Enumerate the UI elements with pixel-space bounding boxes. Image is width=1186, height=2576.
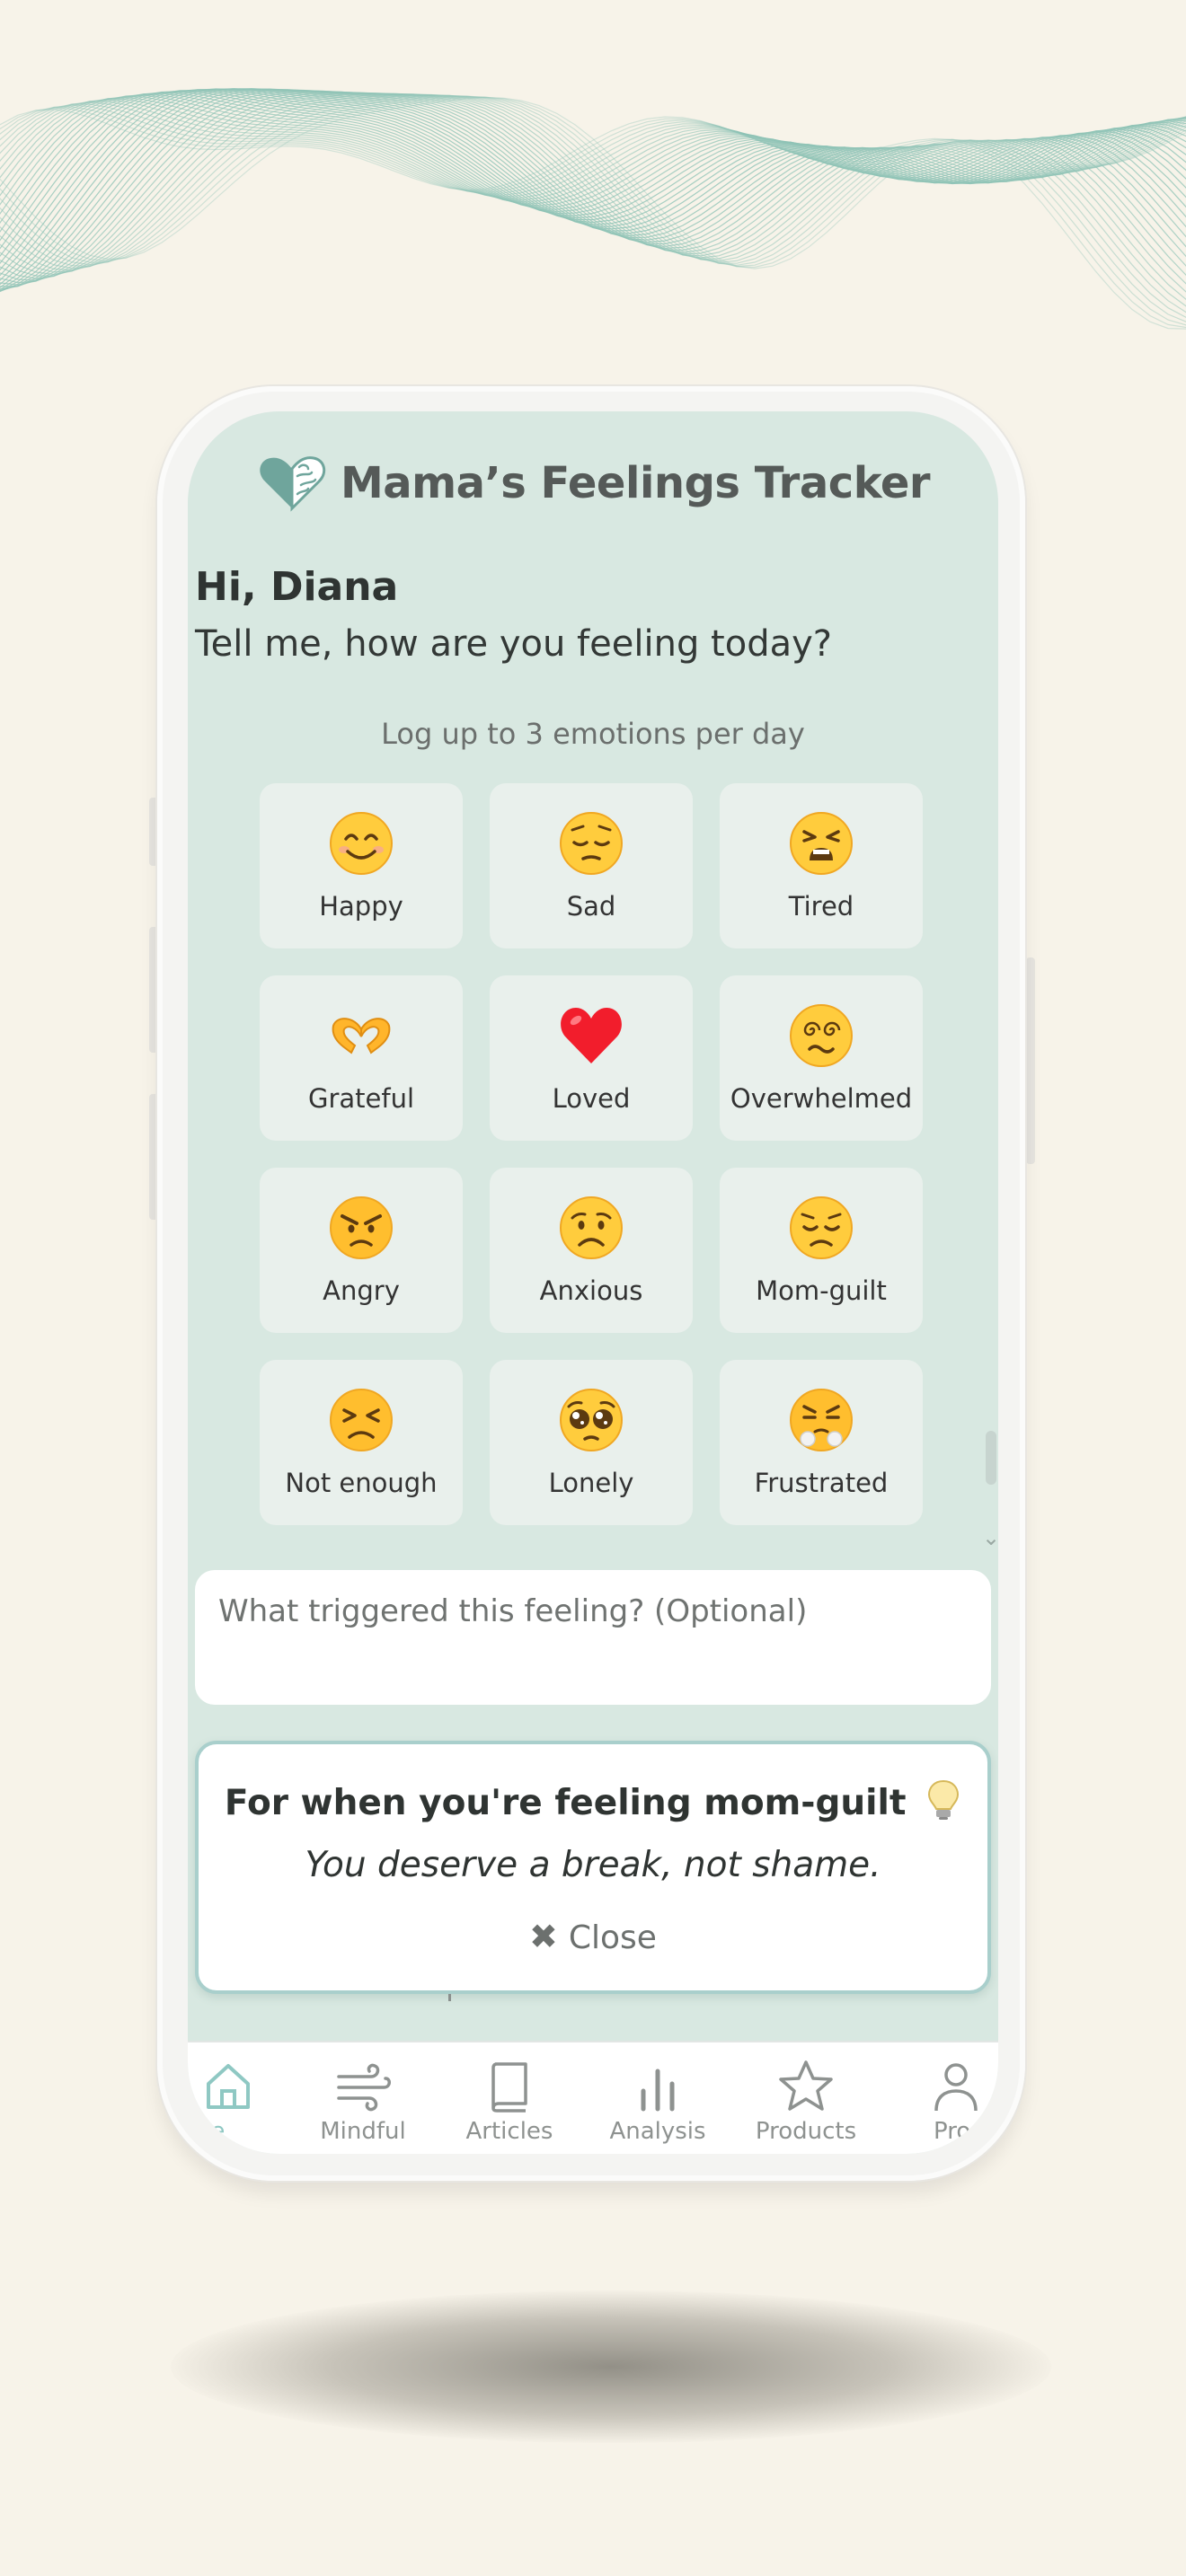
wave-line <box>0 94 1186 267</box>
tab-profile[interactable]: Pro <box>889 2042 998 2154</box>
emotion-label: Angry <box>323 1275 400 1306</box>
trigger-input[interactable] <box>195 1570 991 1705</box>
bottom-tab-bar: me Mindful Articles Analysis Products Pr… <box>188 2041 998 2154</box>
emotion-tile-happy[interactable]: Happy <box>260 783 463 948</box>
tip-message: You deserve a break, not shame. <box>305 1845 881 1885</box>
tab-products[interactable]: Products <box>739 2042 873 2154</box>
emotion-label: Sad <box>566 891 616 922</box>
emotion-tile-anxious[interactable]: Anxious <box>490 1168 693 1333</box>
wave-line <box>0 93 1186 273</box>
angry-face-icon <box>330 1196 393 1259</box>
person-icon <box>934 2063 978 2112</box>
disappointed-face-icon <box>790 1196 853 1259</box>
wave-line <box>0 99 1186 300</box>
tip-title: For when you're feeling mom-guilt <box>224 1783 907 1823</box>
emotion-tile-sad[interactable]: Sad <box>490 783 693 948</box>
emotion-label: Anxious <box>539 1275 643 1306</box>
close-icon: ✖ <box>529 1917 558 1956</box>
persevering-face-icon <box>330 1389 393 1451</box>
emotion-tile-loved[interactable]: Loved <box>490 975 693 1141</box>
mom-guilt-tip-card: For when you're feeling mom-guilt You de… <box>195 1741 991 1994</box>
emotion-label: Overwhelmed <box>730 1083 913 1114</box>
wave-line <box>0 97 1186 269</box>
emotion-label: Loved <box>552 1083 631 1114</box>
tab-articles[interactable]: Articles <box>442 2042 577 2154</box>
emotion-grid: Happy Sad Tired Grateful Loved Overwhelm… <box>260 783 925 1525</box>
app-header: Mama’s Feelings Tracker <box>188 447 998 519</box>
close-label: Close <box>568 1919 657 1956</box>
greeting-name: Hi, Diana <box>195 564 399 610</box>
wave-line <box>0 89 1186 271</box>
spiral-eyes-face-icon <box>790 1004 853 1067</box>
emotion-label: Tired <box>788 891 854 922</box>
emotion-tile-not-enough[interactable]: Not enough <box>260 1360 463 1525</box>
emotion-tile-angry[interactable]: Angry <box>260 1168 463 1333</box>
greeting-prompt: Tell me, how are you feeling today? <box>195 623 833 665</box>
emotion-label: Happy <box>319 891 403 922</box>
emotion-tile-frustrated[interactable]: Frustrated <box>720 1360 923 1525</box>
tab-label: Products <box>755 2118 857 2145</box>
tab-label: Articles <box>465 2118 553 2145</box>
tab-mindful[interactable]: Mindful <box>296 2042 430 2154</box>
wind-icon <box>337 2063 391 2112</box>
smiling-face-icon <box>330 812 393 875</box>
emotion-label: Frustrated <box>754 1468 889 1498</box>
pleading-face-icon <box>560 1389 623 1451</box>
emotion-tile-overwhelmed[interactable]: Overwhelmed <box>720 975 923 1141</box>
phone-shadow <box>171 2290 1051 2443</box>
tip-close-button[interactable]: ✖ Close <box>199 1917 987 1956</box>
star-icon <box>779 2060 833 2111</box>
tab-label: me <box>188 2118 226 2145</box>
steam-nose-face-icon <box>790 1389 853 1451</box>
worried-face-icon <box>560 1196 623 1259</box>
wave-line <box>0 93 1186 277</box>
light-bulb-icon <box>928 1779 960 1820</box>
emotion-limit-note: Log up to 3 emotions per day <box>381 717 805 751</box>
app-title: Mama’s Feelings Tracker <box>340 458 931 508</box>
app-screen: Mama’s Feelings Tracker Hi, Diana Tell m… <box>188 411 998 2154</box>
scrollbar-thumb[interactable] <box>986 1431 996 1485</box>
tip-title-row: For when you're feeling mom-guilt <box>199 1778 987 1823</box>
decorative-wave-lines <box>0 88 1186 330</box>
emotion-label: Grateful <box>307 1083 415 1114</box>
heart-brain-logo-icon <box>260 456 326 512</box>
red-heart-icon <box>561 1008 622 1063</box>
tired-face-icon <box>790 812 853 875</box>
emotion-tile-tired[interactable]: Tired <box>720 783 923 948</box>
emotion-tile-mom-guilt[interactable]: Mom-guilt <box>720 1168 923 1333</box>
emotion-label: Not enough <box>285 1468 438 1498</box>
tab-label: Analysis <box>609 2118 706 2145</box>
phone-power-button <box>1026 957 1035 1164</box>
tab-label: Pro <box>934 2118 971 2145</box>
emotion-label: Mom-guilt <box>756 1275 887 1306</box>
pensive-face-icon <box>560 812 623 875</box>
emotion-tile-lonely[interactable]: Lonely <box>490 1360 693 1525</box>
tab-analysis[interactable]: Analysis <box>590 2042 725 2154</box>
wave-line <box>0 93 1186 276</box>
wave-line <box>0 90 1186 258</box>
bar-chart-icon <box>641 2069 675 2112</box>
home-icon <box>207 2064 250 2109</box>
scroll-down-chevron-icon[interactable]: ⌄ <box>982 1525 998 1550</box>
emotion-tile-grateful[interactable]: Grateful <box>260 975 463 1141</box>
tab-home[interactable]: me <box>188 2042 296 2154</box>
heart-hands-icon <box>332 1018 391 1054</box>
emotion-label: Lonely <box>548 1468 634 1498</box>
book-icon <box>491 2062 527 2113</box>
tab-label: Mindful <box>320 2118 406 2145</box>
divider-mark <box>448 1994 451 2001</box>
